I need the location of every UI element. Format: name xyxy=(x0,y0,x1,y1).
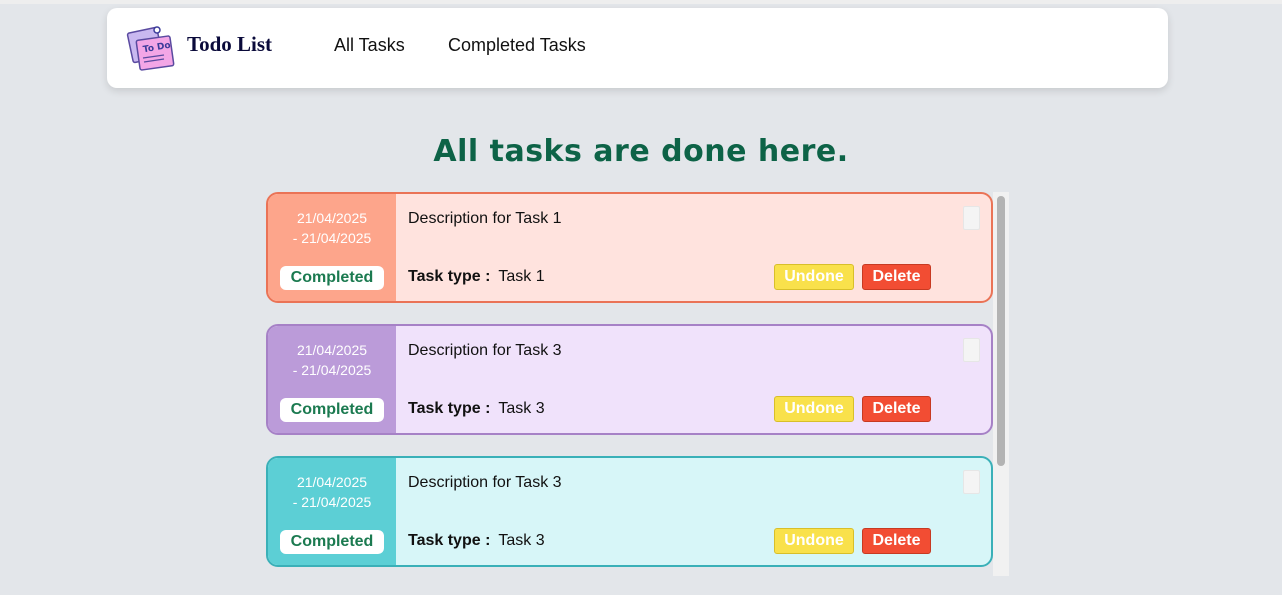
task-type-label: Task type : xyxy=(408,400,491,417)
task-list-scrollbar[interactable] xyxy=(993,192,1009,576)
delete-button[interactable]: Delete xyxy=(862,396,931,422)
task-card: 21/04/2025 - 21/04/2025 Completed Descri… xyxy=(266,456,993,567)
status-badge: Completed xyxy=(280,266,384,290)
top-strip xyxy=(0,0,1282,4)
task-type: Task type : Task 3 xyxy=(408,400,545,418)
task-checkbox[interactable] xyxy=(963,470,980,494)
task-card: 21/04/2025 - 21/04/2025 Completed Descri… xyxy=(266,192,993,303)
task-date-start: 21/04/2025 xyxy=(296,474,368,490)
task-type: Task type : Task 1 xyxy=(408,268,545,286)
task-checkbox[interactable] xyxy=(963,338,980,362)
task-card: 21/04/2025 - 21/04/2025 Completed Descri… xyxy=(266,324,993,435)
page-heading: All tasks are done here. xyxy=(433,134,849,169)
delete-button[interactable]: Delete xyxy=(862,528,931,554)
task-type-value: Task 3 xyxy=(498,532,545,549)
task-card-left-panel: 21/04/2025 - 21/04/2025 Completed xyxy=(268,194,396,301)
task-checkbox[interactable] xyxy=(963,206,980,230)
task-description: Description for Task 1 xyxy=(408,210,562,227)
scrollbar-thumb[interactable] xyxy=(997,196,1005,466)
task-date-end: - 21/04/2025 xyxy=(292,230,372,246)
task-description: Description for Task 3 xyxy=(408,474,562,491)
undone-button[interactable]: Undone xyxy=(774,264,854,290)
task-date-start: 21/04/2025 xyxy=(296,342,368,358)
status-badge: Completed xyxy=(280,530,384,554)
task-date-start: 21/04/2025 xyxy=(296,210,368,226)
task-type-value: Task 1 xyxy=(498,268,545,285)
todo-note-icon[interactable]: To Do xyxy=(126,24,176,72)
task-card-left-panel: 21/04/2025 - 21/04/2025 Completed xyxy=(268,326,396,433)
task-dates: 21/04/2025 - 21/04/2025 xyxy=(268,208,396,248)
nav-all-tasks[interactable]: All Tasks xyxy=(334,35,405,56)
task-card-left-panel: 21/04/2025 - 21/04/2025 Completed xyxy=(268,458,396,565)
task-type: Task type : Task 3 xyxy=(408,532,545,550)
task-date-end: - 21/04/2025 xyxy=(292,494,372,510)
status-badge: Completed xyxy=(280,398,384,422)
task-dates: 21/04/2025 - 21/04/2025 xyxy=(268,472,396,512)
undone-button[interactable]: Undone xyxy=(774,396,854,422)
nav-completed-tasks[interactable]: Completed Tasks xyxy=(448,35,586,56)
delete-button[interactable]: Delete xyxy=(862,264,931,290)
task-date-end: - 21/04/2025 xyxy=(292,362,372,378)
task-description: Description for Task 3 xyxy=(408,342,562,359)
task-type-value: Task 3 xyxy=(498,400,545,417)
task-type-label: Task type : xyxy=(408,532,491,549)
brand-title[interactable]: Todo List xyxy=(187,32,272,57)
task-dates: 21/04/2025 - 21/04/2025 xyxy=(268,340,396,380)
task-type-label: Task type : xyxy=(408,268,491,285)
undone-button[interactable]: Undone xyxy=(774,528,854,554)
task-list[interactable]: 21/04/2025 - 21/04/2025 Completed Descri… xyxy=(266,192,1010,576)
